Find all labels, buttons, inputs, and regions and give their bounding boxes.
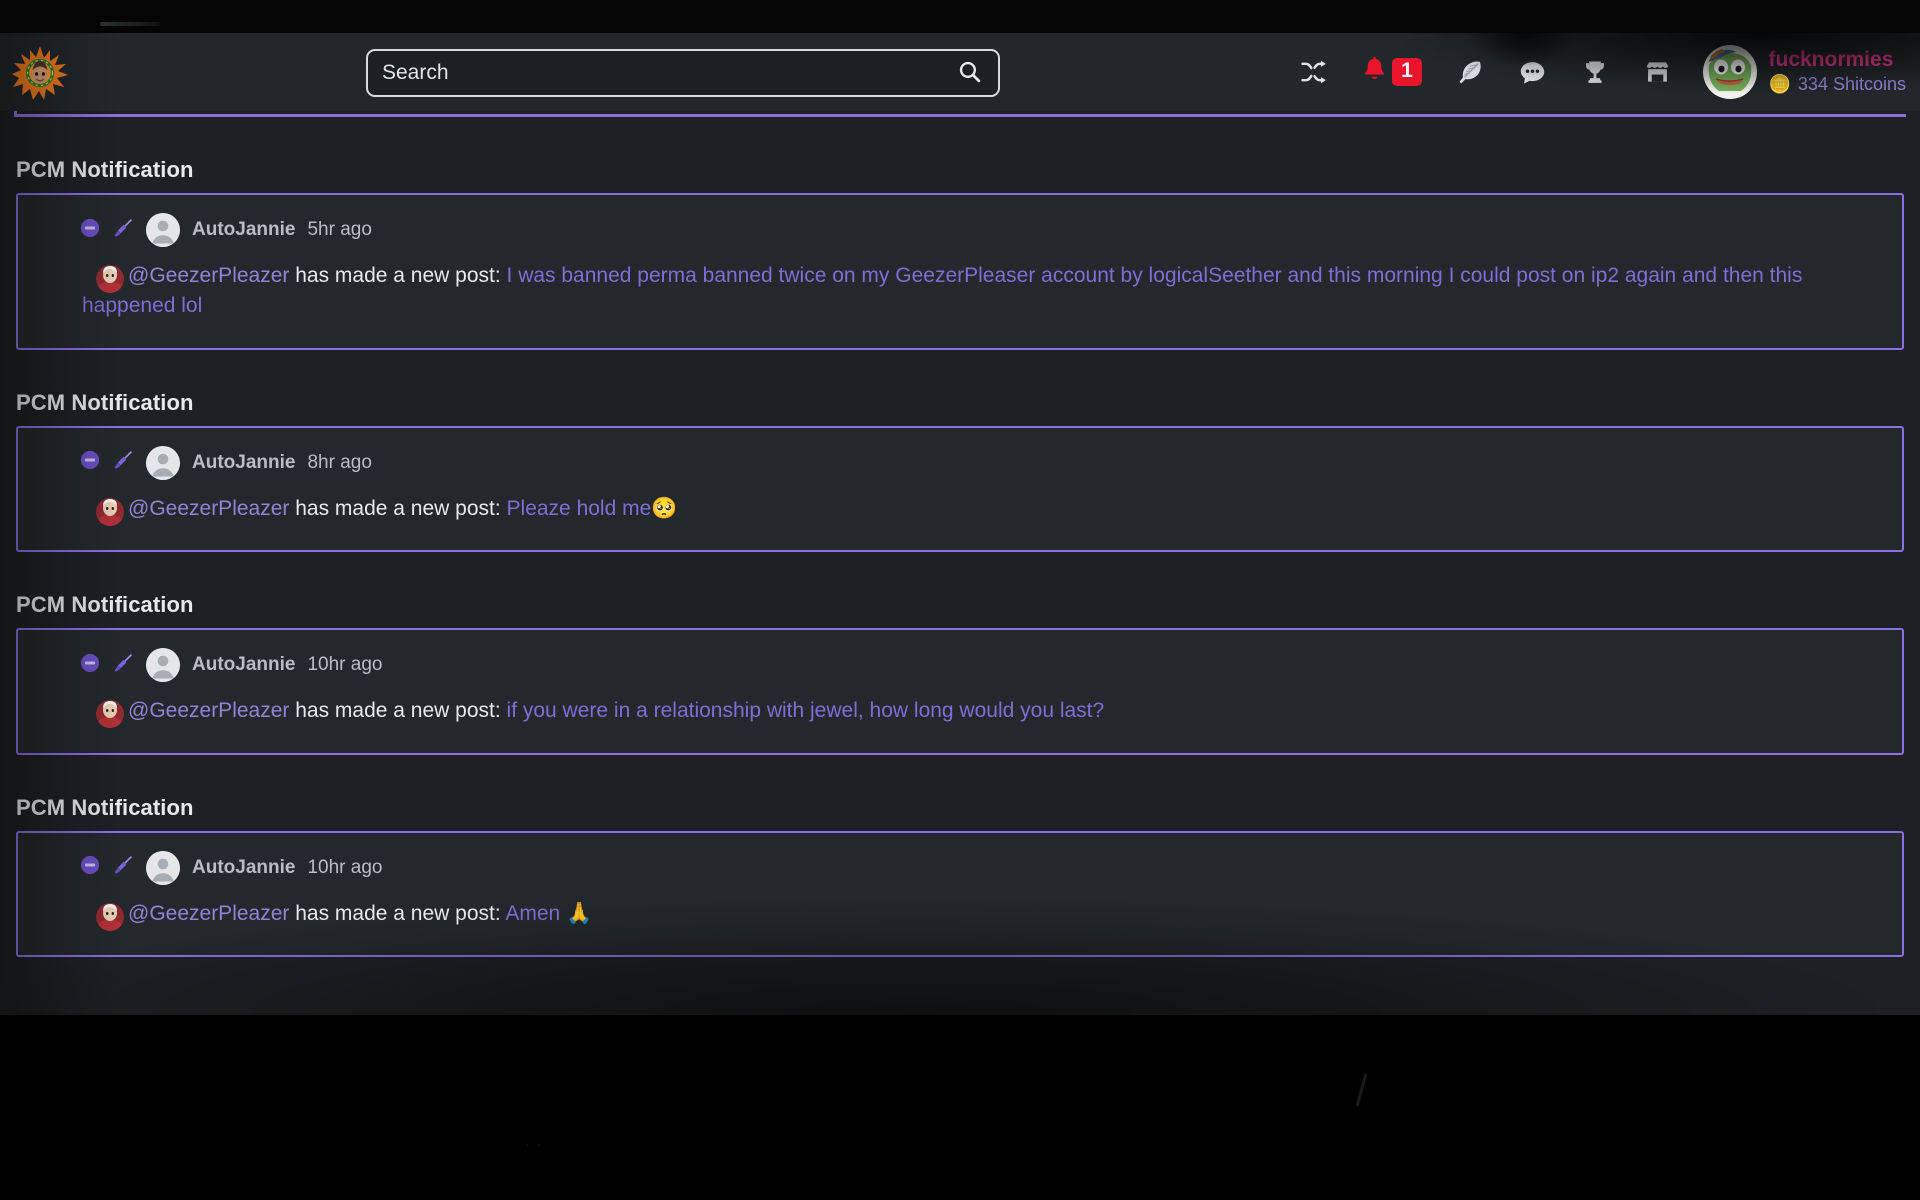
notification-section: PCM Notification — [0, 794, 1920, 958]
device-bottom-bar: · · — [0, 1015, 1920, 1200]
nav-gesture-hint — [1355, 1073, 1368, 1107]
notification-section: PCM Notification — [0, 592, 1920, 755]
section-title: PCM Notification — [16, 592, 194, 618]
post-author-avatar[interactable] — [96, 265, 124, 293]
post-title-link[interactable]: Pleaze hold me🥺 — [507, 497, 678, 520]
search-bar[interactable] — [366, 49, 1000, 97]
avatar[interactable] — [146, 850, 180, 885]
header-icon-bar: 1 — [1299, 33, 1672, 111]
notification-header: AutoJannie 8hr ago — [32, 445, 1888, 480]
page-surface: 1 — [0, 33, 1920, 1083]
notification-section: PCM Notification — [0, 157, 1920, 350]
minus-circle-icon[interactable] — [80, 218, 100, 243]
avatar[interactable] — [146, 648, 180, 683]
status-bar-glyph — [100, 22, 160, 26]
notification-count-badge: 1 — [1392, 57, 1422, 87]
mentioned-user[interactable]: @GeezerPleazer — [128, 902, 289, 925]
notification-author[interactable]: AutoJannie — [192, 857, 295, 879]
section-title: PCM Notification — [16, 389, 194, 415]
minus-circle-icon[interactable] — [80, 653, 100, 678]
section-title: PCM Notification — [16, 794, 194, 820]
search-input[interactable] — [382, 61, 955, 85]
notification-header: AutoJannie 5hr ago — [32, 213, 1888, 247]
notification-timestamp: 10hr ago — [307, 856, 383, 878]
post-title-link[interactable]: Amen 🙏 — [505, 902, 592, 925]
notification-author[interactable]: AutoJannie — [192, 219, 295, 241]
notification-timestamp: 5hr ago — [307, 219, 372, 240]
avatar[interactable] — [146, 445, 180, 480]
coin-amount-label: 334 Shitcoins — [1797, 74, 1906, 95]
search-icon — [957, 59, 982, 87]
shuffle-icon[interactable] — [1299, 58, 1327, 86]
notification-timestamp: 10hr ago — [307, 654, 383, 676]
action-text: has made a new post: — [289, 264, 507, 287]
notifications-button[interactable]: 1 — [1361, 56, 1422, 88]
minus-circle-icon[interactable] — [80, 855, 100, 880]
notification-author[interactable]: AutoJannie — [192, 654, 295, 676]
notification-text: @GeezerPleazer has made a new post: Plea… — [82, 497, 677, 520]
broom-icon[interactable] — [112, 854, 134, 881]
shop-icon[interactable] — [1643, 58, 1672, 87]
broom-icon[interactable] — [112, 449, 134, 476]
pepe-avatar[interactable] — [1702, 45, 1757, 99]
mentioned-user[interactable]: @GeezerPleazer — [128, 699, 289, 722]
notification-body: @GeezerPleazer has made a new post: if y… — [32, 696, 1888, 729]
pcm-logo[interactable] — [12, 45, 68, 101]
action-text: has made a new post: — [289, 496, 507, 520]
post-author-avatar[interactable] — [96, 700, 124, 729]
user-menu[interactable]: fucknormies 🪙 334 Shitcoins — [1702, 45, 1907, 99]
coin-balance[interactable]: 🪙 334 Shitcoins — [1769, 74, 1907, 95]
minus-circle-icon[interactable] — [80, 450, 100, 475]
notification-text: @GeezerPleazer has made a new post: I wa… — [82, 264, 1802, 317]
chat-bubble-icon[interactable] — [1518, 58, 1547, 87]
header-divider — [0, 111, 1920, 121]
coin-icon: 🪙 — [1768, 74, 1791, 95]
notification-body: @GeezerPleazer has made a new post: I wa… — [32, 261, 1888, 322]
site-header: 1 — [0, 33, 1920, 111]
post-author-avatar[interactable] — [96, 902, 124, 931]
mentioned-user[interactable]: @GeezerPleazer — [128, 497, 289, 520]
avatar[interactable] — [146, 213, 180, 247]
bell-icon — [1361, 56, 1388, 88]
feather-icon[interactable] — [1456, 58, 1484, 86]
notification-text: @GeezerPleazer has made a new post: if y… — [82, 699, 1104, 722]
action-text: has made a new post: — [289, 699, 507, 723]
notification-text: @GeezerPleazer has made a new post: Amen… — [82, 902, 592, 925]
notification-timestamp: 8hr ago — [307, 451, 372, 473]
notification-author[interactable]: AutoJannie — [192, 452, 295, 474]
broom-icon[interactable] — [112, 652, 134, 679]
post-author-avatar[interactable] — [96, 497, 124, 526]
action-text: has made a new post: — [289, 901, 506, 925]
section-title: PCM Notification — [16, 157, 194, 182]
username-label[interactable]: fucknormies — [1769, 48, 1907, 71]
screen: 1 — [0, 0, 1920, 1200]
notification-card[interactable]: AutoJannie 5hr ago @GeezerPleazer has ma… — [16, 193, 1904, 350]
notification-body: @GeezerPleazer has made a new post: Amen… — [32, 899, 1888, 931]
bottom-dots: · · — [525, 1137, 544, 1152]
broom-icon[interactable] — [112, 217, 134, 244]
notification-section: PCM Notification — [0, 389, 1920, 553]
notification-card[interactable]: AutoJannie 10hr ago @GeezerPleazer has m… — [16, 830, 1904, 958]
search-submit-button[interactable] — [955, 59, 984, 87]
notification-header: AutoJannie 10hr ago — [32, 648, 1888, 683]
notification-list: PCM Notification AutoJannie 5hr ago @Gee… — [0, 121, 1920, 958]
mentioned-user[interactable]: @GeezerPleazer — [128, 264, 289, 287]
notification-card[interactable]: AutoJannie 10hr ago @GeezerPleazer has m… — [16, 628, 1904, 755]
user-meta: fucknormies 🪙 334 Shitcoins — [1769, 48, 1907, 95]
notification-header: AutoJannie 10hr ago — [32, 850, 1888, 885]
device-top-bar — [0, 0, 1920, 33]
trophy-icon[interactable] — [1581, 58, 1609, 86]
notification-card[interactable]: AutoJannie 8hr ago @GeezerPleazer has ma… — [16, 425, 1904, 553]
post-title-link[interactable]: if you were in a relationship with jewel… — [507, 699, 1105, 722]
notification-body: @GeezerPleazer has made a new post: Plea… — [32, 494, 1888, 526]
